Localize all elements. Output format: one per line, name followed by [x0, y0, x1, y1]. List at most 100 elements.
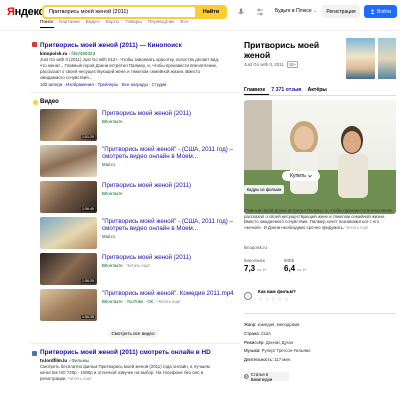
movie-poster[interactable]: [346, 38, 375, 79]
age-rating-badge: 16+: [286, 61, 299, 68]
search-input[interactable]: Притворись моей женой (2011): [44, 9, 215, 15]
result-path[interactable]: Фильмы: [71, 358, 89, 363]
movie-hero-image[interactable]: [244, 100, 396, 214]
description-source[interactable]: kinopoisk.ru: [244, 245, 267, 250]
read-more-link[interactable]: Читать ещё: [68, 376, 92, 381]
tab-video[interactable]: Видео: [86, 20, 100, 25]
result-path[interactable]: film/490323: [71, 51, 95, 56]
video-source: Mail.ru: [102, 234, 115, 239]
search-box[interactable]: Притворись моей женой (2011) ✕ Найти: [42, 5, 227, 19]
video-thumbnail[interactable]: 1:56:29: [40, 253, 97, 285]
original-title: Just Go with It, 2011: [244, 62, 284, 67]
result-title-link[interactable]: Притворись моей женой (2011) — Кинопоиск: [40, 42, 182, 49]
plus-promo[interactable]: Будьте в Плюсе ⌄: [275, 8, 317, 14]
tab-actors[interactable]: Актёры: [307, 87, 326, 93]
result-url[interactable]: kinopoisk.ru › film/490323: [40, 51, 225, 56]
rating-kinopoisk[interactable]: Кинопоиск 7,3 из 10: [244, 258, 274, 273]
video-title[interactable]: "Притворись моей женой". Комедия 2011.mp…: [102, 290, 240, 297]
rating-value: 7,3 из 10: [244, 264, 274, 273]
read-more-link[interactable]: Читать ещё: [345, 225, 368, 230]
video-thumbnail[interactable]: [40, 217, 97, 249]
poster-thumbnail[interactable]: [378, 38, 396, 79]
yandex-logo[interactable]: Яндекс: [7, 6, 45, 18]
video-thumbnail[interactable]: 1:56:49: [40, 181, 97, 213]
login-button[interactable]: Войти: [364, 5, 397, 18]
read-more-link[interactable]: Читать ещё: [157, 299, 180, 304]
tab-products[interactable]: Товары: [125, 20, 142, 25]
video-duration: 1:56:49: [81, 207, 95, 211]
video-thumbnail[interactable]: 1:56:38: [40, 289, 97, 321]
frames-button[interactable]: Кадры из фильма: [244, 185, 284, 194]
user-icon: [370, 9, 375, 14]
movie-still: [244, 100, 396, 214]
tab-main[interactable]: Главное: [244, 87, 265, 93]
rate-movie-widget: Как вам фильм? ☆☆☆☆☆: [244, 286, 396, 310]
rating-value: 6,4 из 10: [284, 264, 314, 273]
rating-score: 7,3: [244, 264, 256, 273]
video-source: ВКонтакте: [102, 191, 123, 196]
video-title[interactable]: "Притворись моей женой" - (США, 2011 год…: [102, 146, 240, 160]
fact-value[interactable]: комедия, мелодрама: [258, 322, 300, 327]
filter-icon[interactable]: [256, 8, 264, 16]
divider: [30, 92, 240, 93]
video-title[interactable]: "Притворись моей женой" - (США, 2011 год…: [102, 218, 240, 232]
rate-question: Как вам фильм?: [258, 289, 296, 294]
buy-button[interactable]: Купить: [282, 171, 320, 181]
tab-translator[interactable]: Переводчик: [148, 20, 175, 25]
panel-subtitle: Just Go with It, 2011 16+: [244, 61, 299, 68]
fact-value[interactable]: Деннис Дуган: [266, 340, 293, 345]
video-thumbnail[interactable]: 1:51:29: [40, 109, 97, 141]
video-source: ВКонтакте · Читать ещё: [102, 263, 150, 268]
all-videos-button[interactable]: Смотреть все видео: [108, 329, 158, 338]
kinopoisk-favicon: [32, 42, 37, 47]
result-title[interactable]: Притворись моей женой (2011) смотреть он…: [40, 349, 225, 357]
fact-key: Жанр:: [244, 322, 257, 327]
rating-label: IMDb: [284, 258, 295, 263]
tab-search[interactable]: Поиск: [40, 20, 53, 25]
result-sitelinks[interactable]: 102 актера · Изображения · Трейлеры · Вс…: [40, 82, 225, 87]
rating-imdb[interactable]: IMDb 6,4 из 10: [284, 258, 314, 273]
video-item[interactable]: 1:51:29 Притворись моей женой (2011) ВКон…: [40, 109, 240, 143]
star-rating-input[interactable]: ☆☆☆☆☆: [258, 296, 290, 303]
video-item[interactable]: "Притворись моей женой" - (США, 2011 год…: [40, 217, 240, 251]
video-title[interactable]: Притворись моей женой (2011): [102, 254, 240, 261]
result-title[interactable]: Притворись моей женой (2011) — Кинопоиск: [40, 42, 225, 50]
fact-row: Жанр: комедия, мелодрама: [244, 321, 396, 330]
microphone-icon[interactable]: [237, 8, 245, 16]
videos-heading[interactable]: Видео: [40, 99, 59, 105]
video-item[interactable]: "Притворись моей женой" - (США, 2011 год…: [40, 145, 240, 179]
divider: [244, 95, 396, 96]
tab-all[interactable]: Все: [180, 20, 188, 25]
video-item[interactable]: 1:56:49 Притворись моей женой (2011) ВКон…: [40, 181, 240, 215]
rating-score: 6,4: [284, 264, 296, 273]
video-item[interactable]: 1:56:38 "Притворись моей женой". Комедия…: [40, 289, 240, 323]
result-title-link[interactable]: Притворись моей женой (2011) смотреть он…: [40, 349, 211, 356]
tab-images[interactable]: Картинки: [59, 20, 79, 25]
video-duration: 1:56:29: [81, 279, 95, 283]
video-item[interactable]: 1:56:29 Притворись моей женой (2011) ВКон…: [40, 253, 240, 287]
divider: [244, 313, 396, 314]
video-title[interactable]: Притворись моей женой (2011): [102, 182, 240, 189]
fact-key: Режиссёр:: [244, 339, 265, 345]
ratings: Кинопоиск 7,3 из 10 IMDb 6,4 из 10: [244, 258, 314, 273]
fact-row: Режиссёр: Деннис Дуган: [244, 339, 396, 348]
result-snippet-text: Смотреть бесплатно фильм Притворись моей…: [40, 364, 210, 381]
search-button[interactable]: Найти: [195, 5, 227, 19]
fact-row: Страна: США: [244, 330, 396, 339]
tab-reviews[interactable]: 7 371 отзыв: [271, 87, 301, 93]
result-domain[interactable]: kinopoisk.ru: [40, 51, 67, 56]
register-button[interactable]: Регистрация: [322, 5, 360, 18]
video-thumbnail[interactable]: [40, 145, 97, 177]
video-source: ВКонтакте: [102, 119, 123, 124]
wikipedia-button[interactable]: W Статья в Википедии: [244, 372, 289, 382]
tab-maps[interactable]: Карты: [106, 20, 120, 25]
chevron-down-icon: [308, 174, 312, 178]
fact-value[interactable]: США: [261, 331, 271, 336]
search-tabs: Поиск Картинки Видео Карты Товары Перево…: [40, 20, 189, 25]
result-domain[interactable]: tv.lordfilm.lu: [40, 358, 67, 363]
read-more-link[interactable]: Читать ещё: [127, 263, 150, 268]
video-source: Mail.ru: [102, 162, 115, 167]
fact-value[interactable]: Руперт Грегсон-Уильямс: [262, 348, 311, 353]
result-url[interactable]: tv.lordfilm.lu › Фильмы: [40, 358, 225, 363]
video-title[interactable]: Притворись моей женой (2011): [102, 110, 240, 117]
